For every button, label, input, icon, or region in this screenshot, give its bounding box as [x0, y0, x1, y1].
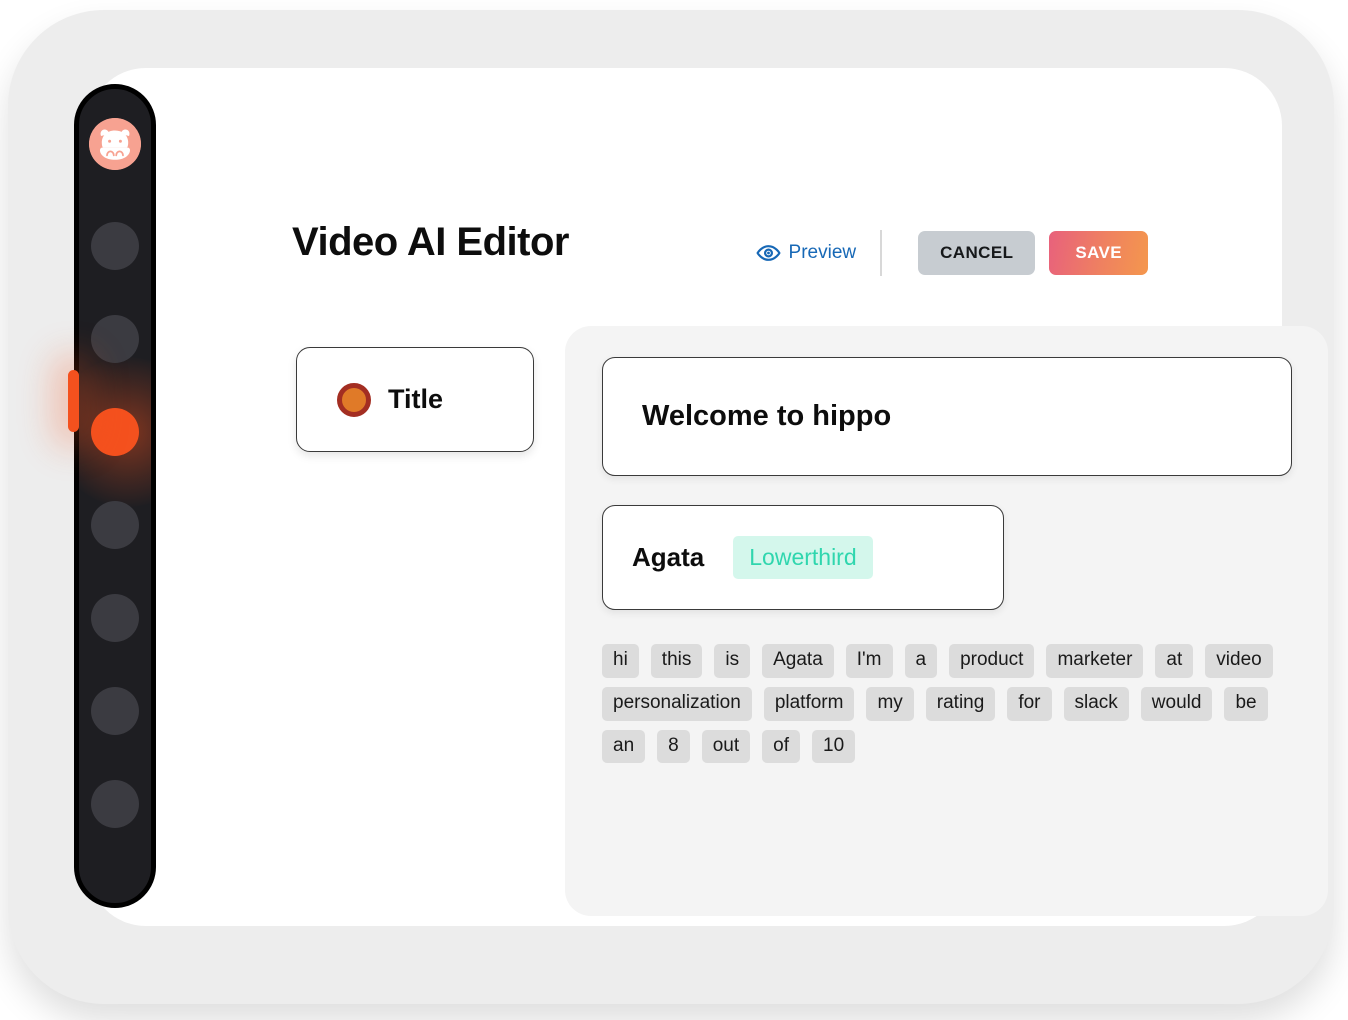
page-title: Video AI Editor: [292, 220, 569, 264]
nav-dot-icon: [91, 222, 139, 270]
nav-dot-icon: [91, 780, 139, 828]
active-item-indicator: [68, 370, 79, 432]
speaker-card[interactable]: Agata Lowerthird: [602, 505, 1004, 610]
sidebar: [74, 84, 156, 908]
transcript-word[interactable]: rating: [925, 686, 996, 721]
transcript-word[interactable]: marketer: [1046, 644, 1144, 678]
transcript-word-list: hi this is Agata I'm a product marketer at video p…: [602, 644, 1292, 764]
transcript-word[interactable]: video: [1205, 644, 1273, 678]
sidebar-item-1[interactable]: [79, 213, 151, 279]
hippo-avatar-icon: [89, 118, 141, 170]
header-actions: Preview CANCEL SAVE: [756, 230, 1148, 276]
sidebar-item-3-active[interactable]: [79, 399, 151, 465]
transcript-word[interactable]: be: [1224, 686, 1268, 721]
transcript-word[interactable]: of: [762, 729, 800, 764]
transcript-word[interactable]: Agata: [762, 644, 834, 678]
transcript-word[interactable]: personalization: [602, 686, 752, 721]
nav-dot-icon: [91, 408, 139, 456]
transcript-word[interactable]: is: [714, 644, 751, 678]
preview-button[interactable]: Preview: [756, 242, 881, 264]
transcript-word[interactable]: for: [1007, 686, 1052, 721]
transcript-word[interactable]: would: [1140, 686, 1213, 721]
sidebar-item-4[interactable]: [79, 492, 151, 558]
layer-card-label: Title: [388, 384, 444, 414]
editor-panel: Welcome to hippo Agata Lowerthird hi this…: [565, 326, 1328, 916]
orange-circle-icon: [337, 382, 371, 417]
transcript-word[interactable]: a: [904, 644, 938, 678]
headline-value: Welcome to hippo: [642, 400, 892, 432]
transcript-word[interactable]: at: [1155, 644, 1194, 678]
sidebar-item-7[interactable]: [79, 771, 151, 837]
transcript-word[interactable]: my: [866, 686, 914, 721]
save-button[interactable]: SAVE: [1049, 231, 1148, 275]
transcript-word[interactable]: out: [701, 729, 751, 764]
headline-input[interactable]: Welcome to hippo: [602, 357, 1292, 476]
nav-dot-icon: [91, 594, 139, 642]
transcript-word[interactable]: hi: [602, 644, 639, 678]
layer-card-title[interactable]: Title: [296, 347, 534, 452]
speaker-name: Agata: [632, 542, 705, 572]
preview-label: Preview: [788, 242, 857, 263]
sidebar-item-6[interactable]: [79, 678, 151, 744]
sidebar-avatar[interactable]: [79, 111, 151, 177]
cancel-button[interactable]: CANCEL: [918, 231, 1036, 275]
header-divider: [880, 230, 883, 276]
nav-dot-icon: [91, 501, 139, 549]
eye-icon: [756, 244, 781, 262]
transcript-word[interactable]: product: [949, 644, 1035, 678]
transcript-word[interactable]: 8: [657, 729, 690, 764]
speaker-tag-badge[interactable]: Lowerthird: [733, 536, 873, 579]
sidebar-item-2[interactable]: [79, 306, 151, 372]
transcript-word[interactable]: an: [602, 729, 646, 764]
nav-dot-icon: [91, 315, 139, 363]
transcript-word[interactable]: I'm: [845, 644, 893, 678]
nav-dot-icon: [91, 687, 139, 735]
sidebar-item-5[interactable]: [79, 585, 151, 651]
device-frame: Video AI Editor Preview CANCEL SAVE Titl…: [8, 10, 1334, 1004]
app-window: Video AI Editor Preview CANCEL SAVE Titl…: [88, 68, 1328, 926]
transcript-word[interactable]: slack: [1063, 686, 1129, 721]
transcript-word[interactable]: this: [650, 644, 703, 678]
transcript-word[interactable]: platform: [763, 686, 855, 721]
transcript-word[interactable]: 10: [812, 729, 856, 764]
